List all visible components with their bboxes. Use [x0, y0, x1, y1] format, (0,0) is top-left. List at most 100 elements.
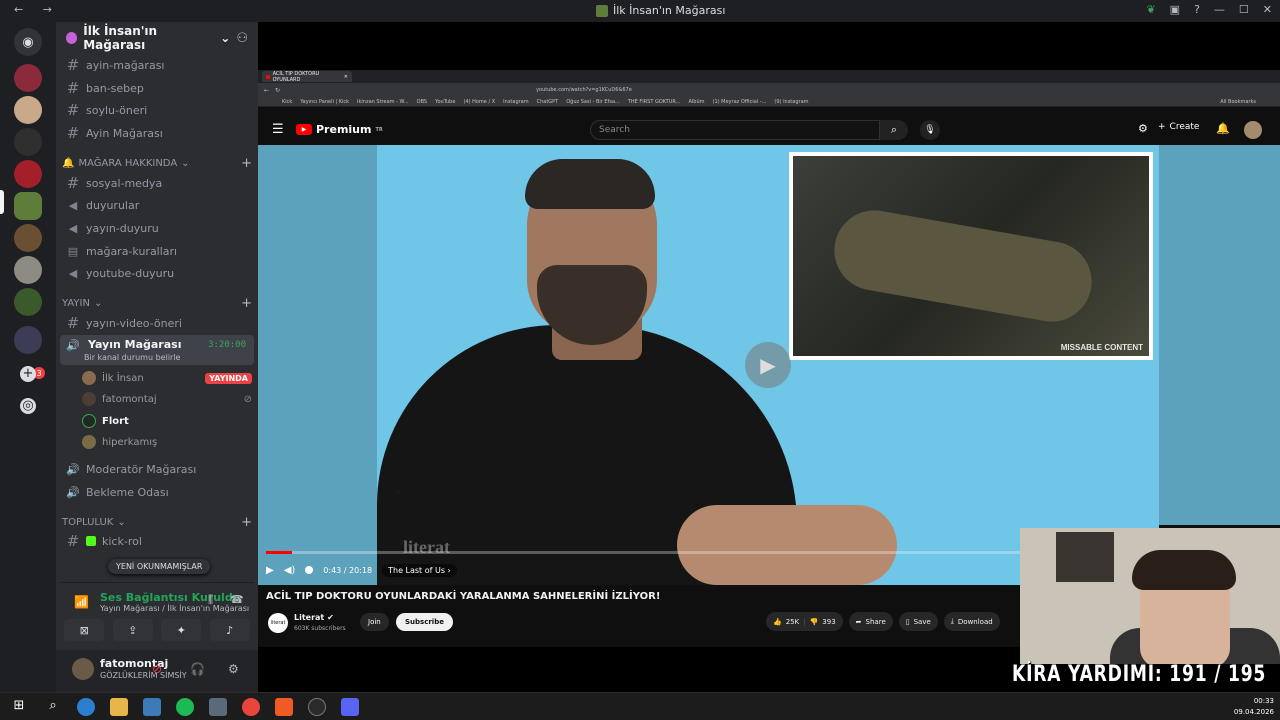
add-channel-icon[interactable]: + [241, 156, 252, 171]
channel-item[interactable]: ◀ youtube-duyuru [62, 263, 252, 283]
volume-icon[interactable]: ◀) [284, 565, 296, 576]
server-icon-active[interactable] [14, 192, 42, 220]
reload-icon[interactable]: ↻ [275, 87, 280, 94]
windows-start-icon[interactable]: ⊞ [10, 698, 28, 716]
gear-icon[interactable]: ⚙ [228, 662, 239, 676]
store-icon[interactable] [143, 698, 161, 716]
voice-channel-item[interactable]: 🔊 Bekleme Odası [62, 482, 252, 502]
channel-item[interactable]: # sosyal-medya [62, 173, 252, 193]
channel-item[interactable]: # ban-sebep [62, 78, 252, 98]
signal-icon[interactable]: 📶 [74, 595, 89, 609]
all-bookmarks[interactable]: All Bookmarks [1220, 99, 1256, 105]
search-icon[interactable]: ⌕ [880, 120, 908, 140]
waveform-icon[interactable]: ⫼ [208, 593, 213, 607]
server-icon[interactable] [14, 256, 42, 284]
avatar[interactable] [72, 658, 94, 680]
activities-button[interactable]: ✦ [161, 619, 202, 641]
add-server-icon[interactable]: + [20, 366, 36, 382]
invite-icon[interactable]: ⚇ [236, 31, 248, 46]
bookmark[interactable]: Instagram [503, 99, 528, 105]
channel-item[interactable]: # kick-rol [62, 531, 252, 551]
avatar[interactable] [1244, 121, 1262, 139]
volume-slider[interactable] [305, 566, 314, 574]
channel-item[interactable]: ◀ yayın-duyuru [62, 218, 252, 238]
category-header[interactable]: TOPLULUK ⌄ + [62, 514, 252, 530]
video-progress-bar[interactable] [266, 551, 1020, 554]
voice-channel-active[interactable]: 🔊 Yayın Mağarası Bir kanal durumu belirl… [60, 335, 254, 365]
server-icon[interactable] [14, 128, 42, 156]
server-icon[interactable] [14, 160, 42, 188]
server-icon[interactable] [14, 224, 42, 252]
obs-icon[interactable] [308, 698, 326, 716]
mic-muted-icon[interactable]: ⊘ [152, 662, 162, 676]
share-button[interactable]: ➦ Share [848, 612, 893, 631]
join-button[interactable]: Join [360, 613, 389, 631]
channel-item[interactable]: ▤ mağara-kuralları [62, 241, 252, 261]
bookmark[interactable]: Ikinzan Stream - W... [357, 99, 409, 105]
bookmark[interactable]: Albüm [688, 99, 704, 105]
camera-off-button[interactable]: ⊠ [64, 619, 105, 641]
server-folder-icon[interactable] [14, 326, 42, 354]
explore-icon[interactable]: ◎ [20, 398, 36, 414]
discord-home-icon[interactable]: ◉ [14, 28, 42, 56]
cast-icon[interactable]: ⚙ [1138, 122, 1148, 135]
browser-tab[interactable]: ACİL TIP DOKTORU OYUNLARD ✕ [262, 71, 352, 83]
bookmark[interactable]: YouTube [435, 99, 455, 105]
bookmark[interactable]: Oğuz Sasi - Bir Efsa... [566, 99, 620, 105]
channel-name[interactable]: Literat ✔ [294, 613, 334, 622]
voice-channel-item[interactable]: 🔊 Moderatör Mağarası [62, 459, 252, 479]
server-icon[interactable] [14, 96, 42, 124]
channel-item[interactable]: # ayin-mağarası [62, 55, 252, 75]
server-icon[interactable] [14, 64, 42, 92]
voice-connection-subtitle[interactable]: Yayın Mağarası / İlk İnsan'ın Mağarası [100, 604, 249, 613]
server-icon[interactable] [14, 288, 42, 316]
inbox-icon[interactable]: ▣ [1170, 3, 1180, 16]
bookmark[interactable]: Kick [282, 99, 292, 105]
bookmark[interactable]: (4) Home / X [463, 99, 495, 105]
menu-icon[interactable]: ☰ [272, 122, 284, 137]
add-channel-icon[interactable]: + [241, 296, 252, 311]
soundboard-button[interactable]: ♪ [209, 619, 250, 641]
like-button[interactable]: 👍 25K | 👎 393 [766, 612, 843, 631]
spotify-icon[interactable] [176, 698, 194, 716]
minimize-icon[interactable]: — [1214, 3, 1225, 16]
bookmark[interactable]: (1) Meyraz Official -... [713, 99, 767, 105]
leaf-icon[interactable]: ❦ [1146, 3, 1155, 16]
headphones-icon[interactable]: 🎧 [190, 662, 205, 676]
category-header[interactable]: 🔔 MAĞARA HAKKINDA ⌄ + [62, 155, 252, 171]
close-icon[interactable]: ✕ [1263, 3, 1272, 16]
bookmark[interactable]: Yayıncı Paneli | Kick [300, 99, 349, 105]
search-input[interactable]: Search [590, 120, 880, 140]
screen-share-button[interactable]: ⇪ [112, 619, 153, 641]
create-button[interactable]: + Create [1158, 122, 1199, 132]
bell-icon[interactable]: 🔔 [1216, 122, 1230, 135]
disconnect-icon[interactable]: ☎ [230, 593, 244, 606]
calculator-icon[interactable] [209, 698, 227, 716]
edge-icon[interactable] [77, 698, 95, 716]
system-clock[interactable]: 00:33 09.04.2026 [1234, 696, 1274, 718]
category-header[interactable]: YAYIN ⌄ + [62, 295, 252, 311]
bookmark[interactable]: OBS [417, 99, 427, 105]
channel-item[interactable]: # soylu-öneri [62, 100, 252, 120]
file-explorer-icon[interactable] [110, 698, 128, 716]
channel-avatar[interactable]: literat [268, 613, 288, 633]
bookmark[interactable]: THE FIRST GOKTUR... [628, 99, 681, 105]
nav-arrows[interactable]: ← → [14, 3, 60, 16]
subscribe-button[interactable]: Subscribe [396, 613, 453, 631]
voice-user[interactable]: Flort [82, 411, 252, 431]
bookmark[interactable]: ChatGPT [537, 99, 559, 105]
voice-channel-status[interactable]: Bir kanal durumu belirle [84, 353, 180, 362]
close-tab-icon[interactable]: ✕ [344, 74, 348, 80]
play-overlay-icon[interactable]: ▶ [745, 342, 791, 388]
url-field[interactable]: youtube.com/watch?v=g1KCuD6&67e [536, 87, 956, 93]
chrome-icon[interactable] [242, 698, 260, 716]
brave-icon[interactable] [275, 698, 293, 716]
chapter-button[interactable]: The Last of Us › [382, 563, 457, 577]
channel-item[interactable]: # Ayin Mağarası [62, 123, 252, 143]
back-icon[interactable]: ← [264, 87, 269, 94]
play-icon[interactable]: ▶ [266, 565, 274, 576]
search-icon[interactable]: ⌕ [44, 698, 62, 716]
save-button[interactable]: ▯ Save [898, 612, 938, 631]
download-button[interactable]: ⤓ Download [943, 612, 1000, 631]
add-channel-icon[interactable]: + [241, 515, 252, 530]
